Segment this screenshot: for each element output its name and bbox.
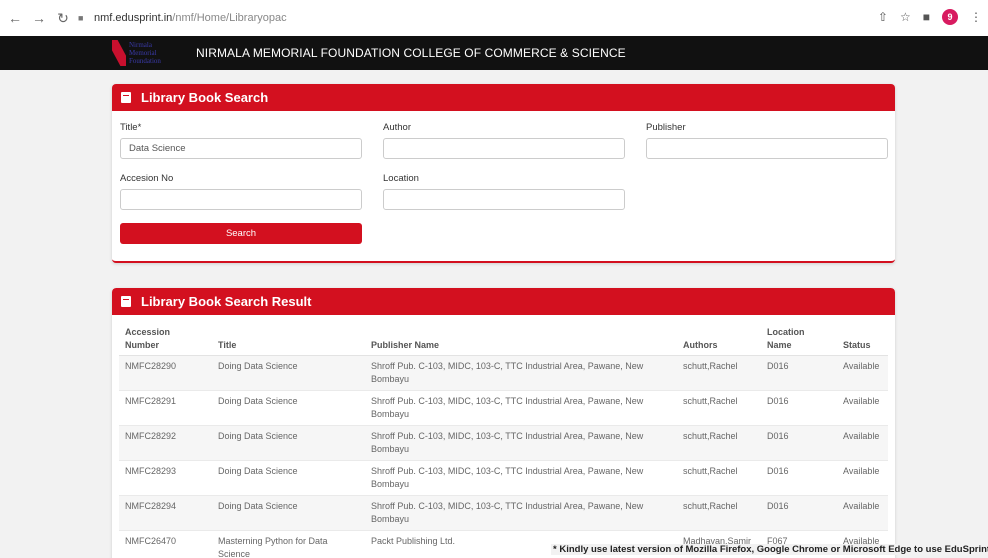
accession-label: Accesion No [120, 173, 174, 184]
reload-icon[interactable]: ↻ [54, 9, 72, 27]
title-label: Title* [120, 122, 142, 133]
cell-title: Masterning Python for Data Science [212, 530, 365, 558]
search-panel-heading: Library Book Search [112, 84, 895, 111]
cell-authors: schutt,Rachel [677, 355, 761, 391]
cell-status: Available [837, 495, 888, 531]
browser-support-note: * Kindly use latest version of Mozilla F… [551, 544, 988, 555]
location-input[interactable] [383, 189, 625, 210]
search-button[interactable]: Search [120, 223, 362, 244]
publisher-input[interactable] [646, 138, 888, 159]
location-label: Location [383, 173, 419, 184]
author-label: Author [383, 122, 411, 133]
col-title[interactable]: Title [212, 324, 365, 356]
cell-title: Doing Data Science [212, 390, 365, 426]
browser-toolbar: ← → ↻ ■ nmf.edusprint.in /nmf/Home/Libra… [0, 0, 988, 36]
results-table: Accession Number Title Publisher Name Au… [119, 324, 888, 558]
cell-authors: schutt,Rachel [677, 425, 761, 461]
cell-publisher: Shroff Pub. C-103, MIDC, 103-C, TTC Indu… [365, 355, 677, 391]
college-logo[interactable]: Nirmala Memorial Foundation [112, 39, 180, 67]
publisher-label: Publisher [646, 122, 686, 133]
library-search-panel: Library Book Search Title* Author Publis… [112, 84, 895, 263]
cell-accession: NMFC26470 [119, 530, 212, 558]
site-title: NIRMALA MEMORIAL FOUNDATION COLLEGE OF C… [196, 46, 626, 60]
book-icon [121, 92, 131, 103]
book-icon [121, 296, 131, 307]
cell-accession: NMFC28294 [119, 495, 212, 531]
cell-location: D016 [761, 390, 837, 426]
col-authors[interactable]: Authors [677, 324, 761, 356]
table-row[interactable]: NMFC28292 Doing Data Science Shroff Pub.… [119, 425, 888, 461]
profile-avatar[interactable]: 9 [942, 9, 958, 25]
url-host: nmf.edusprint.in [94, 12, 173, 24]
cell-status: Available [837, 390, 888, 426]
table-row[interactable]: NMFC28293 Doing Data Science Shroff Pub.… [119, 460, 888, 496]
share-icon[interactable]: ⇧ [878, 10, 888, 24]
browser-actions: ⇧ ☆ ■ 9 ⋮ [878, 9, 982, 25]
search-result-panel: Library Book Search Result Accession Num… [112, 288, 895, 558]
col-status[interactable]: Status [837, 324, 888, 356]
table-row[interactable]: NMFC28291 Doing Data Science Shroff Pub.… [119, 390, 888, 426]
col-accession[interactable]: Accession Number [119, 324, 212, 356]
table-row[interactable]: NMFC28290 Doing Data Science Shroff Pub.… [119, 355, 888, 391]
cell-status: Available [837, 425, 888, 461]
cell-title: Doing Data Science [212, 495, 365, 531]
logo-mark-icon [112, 40, 126, 66]
cell-location: D016 [761, 355, 837, 391]
cell-status: Available [837, 460, 888, 496]
url-path: /nmf/Home/Libraryopac [172, 12, 287, 24]
cell-accession: NMFC28291 [119, 390, 212, 426]
cell-publisher: Shroff Pub. C-103, MIDC, 103-C, TTC Indu… [365, 390, 677, 426]
cell-publisher: Shroff Pub. C-103, MIDC, 103-C, TTC Indu… [365, 495, 677, 531]
cell-authors: schutt,Rachel [677, 390, 761, 426]
title-input[interactable] [120, 138, 362, 159]
cell-location: D016 [761, 495, 837, 531]
logo-text: Nirmala Memorial Foundation [129, 41, 161, 65]
site-header: Nirmala Memorial Foundation NIRMALA MEMO… [0, 36, 988, 70]
table-row[interactable]: NMFC28294 Doing Data Science Shroff Pub.… [119, 495, 888, 531]
cell-title: Doing Data Science [212, 355, 365, 391]
site-info-icon[interactable]: ■ [78, 13, 88, 23]
cell-accession: NMFC28290 [119, 355, 212, 391]
table-header-row: Accession Number Title Publisher Name Au… [119, 324, 888, 356]
cell-title: Doing Data Science [212, 460, 365, 496]
cell-publisher: Shroff Pub. C-103, MIDC, 103-C, TTC Indu… [365, 425, 677, 461]
address-bar[interactable]: ■ nmf.edusprint.in /nmf/Home/Libraryopac [78, 8, 858, 28]
accession-input[interactable] [120, 189, 362, 210]
cell-location: D016 [761, 460, 837, 496]
forward-icon[interactable]: → [30, 9, 48, 27]
cell-title: Doing Data Science [212, 425, 365, 461]
cell-publisher: Shroff Pub. C-103, MIDC, 103-C, TTC Indu… [365, 460, 677, 496]
cell-authors: schutt,Rachel [677, 460, 761, 496]
back-icon[interactable]: ← [6, 9, 24, 27]
cell-accession: NMFC28293 [119, 460, 212, 496]
col-publisher[interactable]: Publisher Name [365, 324, 677, 356]
side-panel-icon[interactable]: ■ [923, 10, 930, 24]
result-panel-heading: Library Book Search Result [112, 288, 895, 315]
cell-location: D016 [761, 425, 837, 461]
cell-status: Available [837, 355, 888, 391]
cell-authors: schutt,Rachel [677, 495, 761, 531]
col-location[interactable]: Location Name [761, 324, 837, 356]
cell-accession: NMFC28292 [119, 425, 212, 461]
author-input[interactable] [383, 138, 625, 159]
bookmark-star-icon[interactable]: ☆ [900, 10, 911, 24]
menu-kebab-icon[interactable]: ⋮ [970, 10, 982, 24]
